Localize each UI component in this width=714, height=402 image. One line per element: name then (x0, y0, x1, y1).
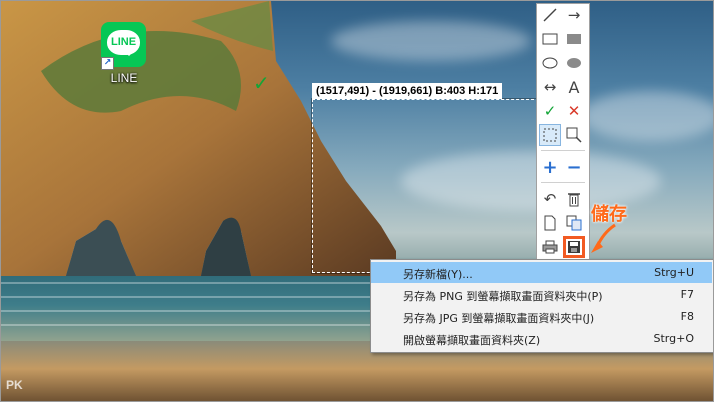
menu-item-label: 另存為 PNG 到螢幕擷取畫面資料夾中(P) (403, 290, 603, 303)
save-icon[interactable] (563, 236, 585, 258)
capture-selection-rectangle[interactable] (312, 99, 539, 273)
double-arrow-tool-icon[interactable]: ↔ (539, 76, 561, 98)
callout-arrow-icon (591, 223, 616, 253)
capture-toolbar: → ↔ A ✓ ✕ + − ↶ (536, 3, 590, 261)
zoom-in-icon[interactable]: + (539, 156, 561, 178)
watermark-logo: PK (6, 378, 23, 392)
new-document-icon[interactable] (539, 212, 561, 234)
zoom-tool-icon[interactable] (563, 124, 585, 146)
screenshot-frame: LINE ↗ LINE ✓ (1517,491) - (1919,661) B:… (0, 0, 714, 402)
confirm-icon[interactable]: ✓ (539, 100, 561, 122)
cancel-icon[interactable]: ✕ (563, 100, 585, 122)
select-region-tool-icon[interactable] (539, 124, 561, 146)
menu-item-shortcut: Strg+O (653, 332, 694, 345)
wallpaper-cloud (581, 91, 713, 141)
rectangle-tool-icon[interactable] (539, 28, 561, 50)
menu-item-shortcut: F8 (680, 310, 694, 323)
menu-item-label: 開啟螢幕擷取畫面資料夾(Z) (403, 334, 541, 347)
toolbar-divider (541, 182, 585, 183)
filled-rectangle-tool-icon[interactable] (563, 28, 585, 50)
menu-item-save-png[interactable]: 另存為 PNG 到螢幕擷取畫面資料夾中(P) F7 (371, 284, 712, 305)
line-logo-text: LINE (110, 36, 137, 48)
filled-ellipse-tool-icon[interactable] (563, 52, 585, 74)
menu-item-shortcut: F7 (680, 288, 694, 301)
menu-item-shortcut: Strg+U (654, 266, 694, 279)
text-tool-icon[interactable]: A (563, 76, 585, 98)
menu-item-open-folder[interactable]: 開啟螢幕擷取畫面資料夾(Z) Strg+O (371, 328, 712, 349)
shortcut-arrow-icon: ↗ (101, 57, 114, 70)
save-context-menu: 另存新檔(Y)... Strg+U 另存為 PNG 到螢幕擷取畫面資料夾中(P)… (370, 259, 713, 353)
menu-item-save-jpg[interactable]: 另存為 JPG 到螢幕擷取畫面資料夾中(J) F8 (371, 306, 712, 327)
line-logo-bubble: LINE (107, 30, 140, 56)
arrow-tool-icon[interactable]: → (563, 4, 585, 26)
print-icon[interactable] (539, 236, 561, 258)
copy-icon[interactable] (563, 212, 585, 234)
menu-item-save-as[interactable]: 另存新檔(Y)... Strg+U (371, 262, 712, 283)
menu-item-label: 另存新檔(Y)... (403, 268, 473, 281)
desktop-shortcut-label[interactable]: LINE (104, 71, 144, 85)
line-tool-icon[interactable] (539, 4, 561, 26)
menu-item-label: 另存為 JPG 到螢幕擷取畫面資料夾中(J) (403, 312, 595, 325)
undo-icon[interactable]: ↶ (539, 188, 561, 210)
check-mark-icon: ✓ (253, 71, 270, 95)
ellipse-tool-icon[interactable] (539, 52, 561, 74)
trash-icon[interactable] (563, 188, 585, 210)
selection-coordinates-label: (1517,491) - (1919,661) B:403 H:171 (312, 83, 503, 99)
toolbar-divider (541, 150, 585, 151)
zoom-out-icon[interactable]: − (563, 156, 585, 178)
